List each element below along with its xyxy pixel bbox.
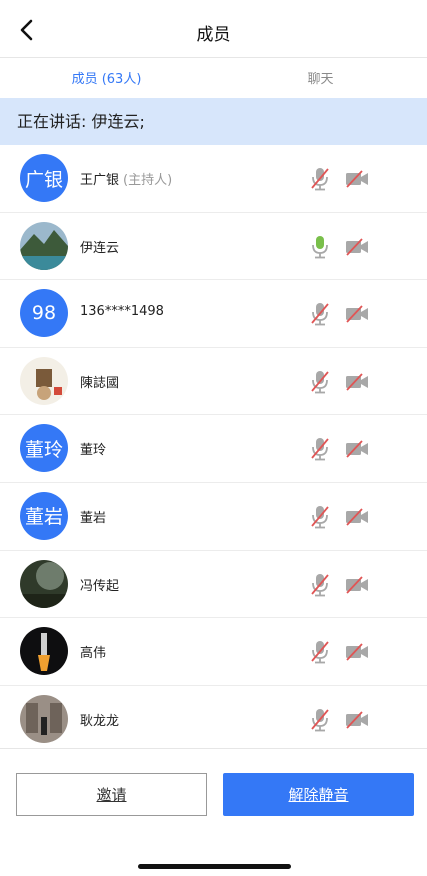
invite-button[interactable]: 邀请 <box>16 773 207 816</box>
member-name-text: 王广银 <box>80 173 120 188</box>
avatar: 广银 <box>20 154 68 202</box>
member-name: 136****1498 <box>80 304 164 320</box>
avatar-photo <box>20 221 68 270</box>
camera-off-icon[interactable] <box>345 169 369 189</box>
member-name: 伊连云 <box>80 240 120 256</box>
member-name: 高伟 <box>80 646 107 662</box>
member-row[interactable]: 98 136****1498 <box>0 280 427 348</box>
member-row[interactable]: 伊连云 <box>0 213 427 281</box>
camera-off-icon[interactable] <box>345 237 369 257</box>
mic-muted-icon[interactable] <box>309 166 331 192</box>
avatar <box>20 221 68 270</box>
mic-muted-icon[interactable] <box>309 301 331 327</box>
member-row[interactable]: 高伟 <box>0 618 427 686</box>
member-name: 陳誌國 <box>80 375 120 391</box>
member-name: 董玲 <box>80 443 107 459</box>
unmute-button[interactable]: 解除静音 <box>223 773 414 816</box>
avatar <box>20 627 68 676</box>
avatar: 董岩 <box>20 491 68 540</box>
mic-muted-icon[interactable] <box>309 436 331 462</box>
member-name: 董岩 <box>80 510 107 526</box>
home-indicator <box>138 864 291 869</box>
member-name: 耿龙龙 <box>80 713 120 729</box>
avatar: 98 <box>20 289 68 338</box>
avatar: 董玲 <box>20 424 68 473</box>
avatar-photo <box>20 559 68 608</box>
tab-chat[interactable]: 聊天 <box>214 68 427 87</box>
mic-active-icon[interactable] <box>309 234 331 260</box>
camera-off-icon[interactable] <box>345 304 369 324</box>
member-row[interactable]: 耿龙龙 <box>0 686 427 754</box>
mic-muted-icon[interactable] <box>309 639 331 665</box>
tab-bar: 成员 (63人) 聊天 <box>0 58 427 98</box>
mic-muted-icon[interactable] <box>309 504 331 530</box>
avatar-photo <box>20 356 68 405</box>
host-label: (主持人) <box>123 173 173 188</box>
camera-off-icon[interactable] <box>345 642 369 662</box>
mic-muted-icon[interactable] <box>309 572 331 598</box>
member-row[interactable]: 陳誌國 <box>0 348 427 416</box>
avatar <box>20 559 68 608</box>
camera-off-icon[interactable] <box>345 372 369 392</box>
member-name: 王广银 (主持人) <box>80 169 172 188</box>
mic-muted-icon[interactable] <box>309 707 331 733</box>
top-bar: 成员 <box>0 0 427 58</box>
avatar <box>20 356 68 405</box>
member-name: 冯传起 <box>80 578 120 594</box>
mic-muted-icon[interactable] <box>309 369 331 395</box>
member-list: 广银 王广银 (主持人) 伊连云 98 136****1498 陳誌國 董玲 董玲… <box>0 145 427 754</box>
page-title: 成员 <box>196 25 231 45</box>
member-row[interactable]: 董岩 董岩 <box>0 483 427 551</box>
avatar-photo <box>20 694 68 743</box>
bottom-action-bar: 邀请 解除静音 <box>0 748 427 876</box>
avatar-photo <box>20 627 68 676</box>
member-row[interactable]: 董玲 董玲 <box>0 415 427 483</box>
speaking-banner: 正在讲话: 伊连云; <box>0 98 427 145</box>
member-row[interactable]: 广银 王广银 (主持人) <box>0 145 427 213</box>
camera-off-icon[interactable] <box>345 575 369 595</box>
tab-members[interactable]: 成员 (63人) <box>0 68 213 87</box>
camera-off-icon[interactable] <box>345 710 369 730</box>
camera-off-icon[interactable] <box>345 507 369 527</box>
camera-off-icon[interactable] <box>345 439 369 459</box>
member-row[interactable]: 冯传起 <box>0 551 427 619</box>
avatar <box>20 694 68 743</box>
